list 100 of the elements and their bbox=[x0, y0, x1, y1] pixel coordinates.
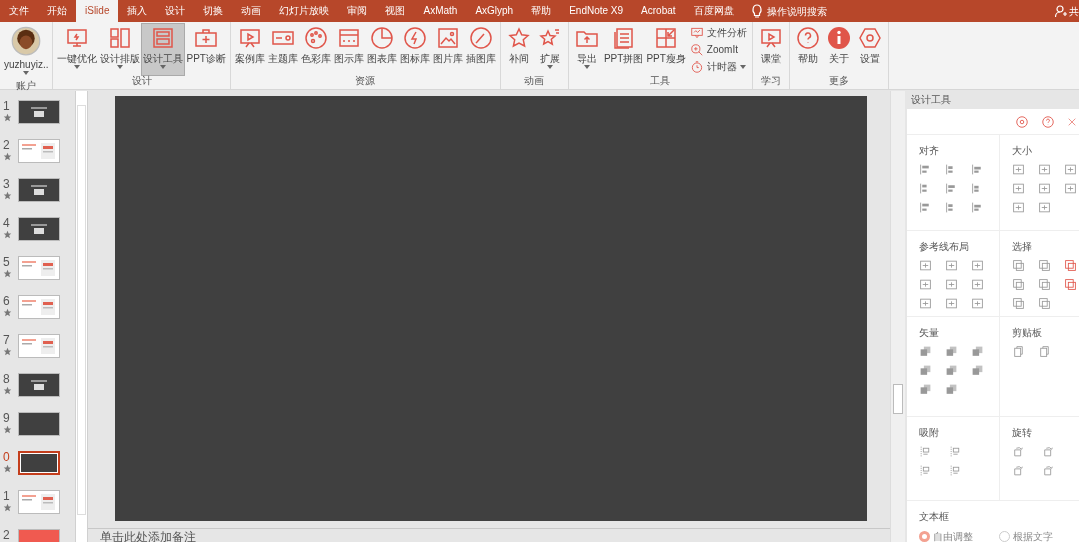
ribbon-button[interactable]: 设计工具 bbox=[142, 24, 185, 75]
shape-icon[interactable] bbox=[919, 345, 932, 358]
ribbon-button[interactable]: 图片库 bbox=[431, 24, 464, 75]
select-icon[interactable] bbox=[1012, 278, 1025, 291]
ribbon-tab[interactable]: 帮助 bbox=[522, 0, 561, 22]
share-button[interactable]: 共 bbox=[1049, 0, 1079, 22]
ribbon-tab[interactable]: 切换 bbox=[194, 0, 233, 22]
scrollbar[interactable] bbox=[76, 91, 88, 542]
radio-option[interactable]: 自由调整 bbox=[919, 529, 973, 542]
slide-number: 7 bbox=[3, 334, 11, 347]
copy-icon[interactable] bbox=[1012, 345, 1025, 358]
ribbon-tab[interactable]: AxMath bbox=[414, 0, 467, 22]
shape-icon[interactable] bbox=[919, 383, 932, 396]
ribbon-button[interactable]: 图示库 bbox=[332, 24, 365, 75]
shape-icon[interactable] bbox=[971, 345, 984, 358]
shape-icon[interactable] bbox=[945, 383, 958, 396]
ribbon-tab[interactable]: 百度网盘 bbox=[684, 0, 743, 22]
slide-thumbnail[interactable] bbox=[18, 295, 60, 319]
radio-button[interactable] bbox=[999, 531, 1010, 542]
copy-icon[interactable] bbox=[1038, 345, 1051, 358]
align-icon[interactable] bbox=[919, 201, 932, 214]
image-icon bbox=[435, 26, 460, 50]
ribbon-tab[interactable]: 插入 bbox=[118, 0, 157, 22]
align-icon[interactable] bbox=[971, 201, 984, 214]
ribbon-tab[interactable]: AxGlyph bbox=[466, 0, 523, 22]
ribbon-button[interactable]: 案例库 bbox=[233, 24, 266, 75]
slide-thumbnail[interactable] bbox=[18, 451, 60, 475]
ribbon-button[interactable]: PPT瘦身 bbox=[645, 24, 687, 75]
ribbon-button[interactable]: 导出 bbox=[571, 24, 602, 75]
ribbon-tab[interactable]: Acrobat bbox=[632, 0, 685, 22]
ribbon-tab[interactable]: 开始 bbox=[38, 0, 76, 22]
ribbon-button[interactable]: 一键优化 bbox=[56, 24, 99, 75]
ribbon-button[interactable]: 扩展 bbox=[534, 24, 565, 75]
ribbon-button[interactable]: 设置 bbox=[854, 24, 885, 75]
slide-thumbnail[interactable] bbox=[18, 217, 60, 241]
ribbon-button[interactable]: 补间 bbox=[503, 24, 534, 75]
select-icon[interactable] bbox=[1012, 297, 1025, 310]
slide-thumbnail[interactable] bbox=[18, 100, 60, 124]
select-icon[interactable] bbox=[1064, 278, 1077, 291]
settings-icon[interactable] bbox=[1015, 114, 1029, 129]
ribbon-button[interactable]: yuzhuyiz.. bbox=[3, 24, 50, 80]
settings-icon bbox=[857, 26, 882, 50]
ribbon-tab[interactable]: 动画 bbox=[232, 0, 271, 22]
slide-number: 5 bbox=[3, 256, 11, 269]
radio-option[interactable]: 根据文字 bbox=[999, 529, 1053, 542]
pie-chart-icon bbox=[369, 26, 394, 50]
close-icon[interactable] bbox=[1067, 116, 1077, 127]
slide-thumbnail[interactable] bbox=[18, 139, 60, 163]
help-icon[interactable] bbox=[1041, 114, 1055, 129]
section-title: 剪贴板 bbox=[1012, 327, 1043, 339]
ribbon-button[interactable]: 设计排版 bbox=[99, 24, 142, 75]
shape-icon[interactable] bbox=[945, 345, 958, 358]
slide-thumbnail[interactable] bbox=[18, 412, 60, 436]
ribbon-button[interactable]: PPT诊断 bbox=[185, 24, 227, 75]
slide-thumbnail[interactable] bbox=[18, 490, 60, 514]
scrollbar-thumb[interactable] bbox=[77, 105, 86, 515]
select-icon[interactable] bbox=[1038, 278, 1051, 291]
section-title: 旋转 bbox=[1012, 427, 1033, 439]
ribbon-tab[interactable]: 文件 bbox=[0, 0, 38, 22]
ribbon-button[interactable]: 文件分析 bbox=[687, 26, 749, 40]
radio-button[interactable] bbox=[919, 531, 930, 542]
ribbon-button[interactable]: 帮助 bbox=[792, 24, 823, 75]
ribbon-button[interactable]: ZoomIt bbox=[687, 43, 749, 57]
ribbon-tab[interactable]: 幻灯片放映 bbox=[270, 0, 339, 22]
align-icon[interactable] bbox=[971, 163, 984, 176]
shape-icon[interactable] bbox=[945, 364, 958, 377]
select-icon[interactable] bbox=[1038, 259, 1051, 272]
slide-number: 4 bbox=[3, 217, 11, 230]
ribbon-button[interactable]: PPT拼图 bbox=[602, 24, 645, 75]
ribbon-button[interactable]: 关于 bbox=[823, 24, 854, 75]
slide-thumbnail[interactable] bbox=[18, 178, 60, 202]
ribbon-button[interactable]: 图表库 bbox=[365, 24, 398, 75]
select-icon[interactable] bbox=[1038, 297, 1051, 310]
slide-thumbnail[interactable] bbox=[18, 373, 60, 397]
ribbon-button[interactable]: 色彩库 bbox=[299, 24, 332, 75]
ribbon-tab[interactable]: iSlide bbox=[76, 0, 119, 22]
slide-thumbnail[interactable] bbox=[18, 256, 60, 280]
ribbon-button[interactable]: 计时器 bbox=[687, 60, 749, 74]
notes-placeholder[interactable]: 单击此处添加备注 bbox=[88, 528, 890, 542]
ribbon-button[interactable]: 课堂 bbox=[755, 24, 786, 75]
select-icon[interactable] bbox=[1064, 259, 1077, 272]
tell-me-search[interactable]: 操作说明搜索 bbox=[766, 3, 827, 19]
ribbon-tab[interactable]: 视图 bbox=[376, 0, 415, 22]
align-icon[interactable] bbox=[945, 182, 958, 195]
scrollbar-thumb[interactable] bbox=[893, 384, 903, 414]
scrollbar[interactable] bbox=[890, 91, 905, 542]
slide-thumbnail[interactable] bbox=[18, 334, 60, 358]
select-icon[interactable] bbox=[1012, 259, 1025, 272]
ribbon-button[interactable]: 主题库 bbox=[266, 24, 299, 75]
layout-icon bbox=[151, 26, 176, 50]
ribbon-tab[interactable]: 审阅 bbox=[338, 0, 377, 22]
shape-icon[interactable] bbox=[919, 364, 932, 377]
ribbon-button[interactable]: 图标库 bbox=[398, 24, 431, 75]
ribbon-button[interactable]: 插图库 bbox=[464, 24, 497, 75]
shape-icon[interactable] bbox=[971, 364, 984, 377]
lightbulb-icon bbox=[750, 4, 763, 18]
ribbon-tab[interactable]: EndNote X9 bbox=[560, 0, 633, 22]
ribbon-tab[interactable]: 设计 bbox=[156, 0, 195, 22]
align-icon[interactable] bbox=[919, 163, 932, 176]
lightning-icon bbox=[402, 26, 427, 50]
